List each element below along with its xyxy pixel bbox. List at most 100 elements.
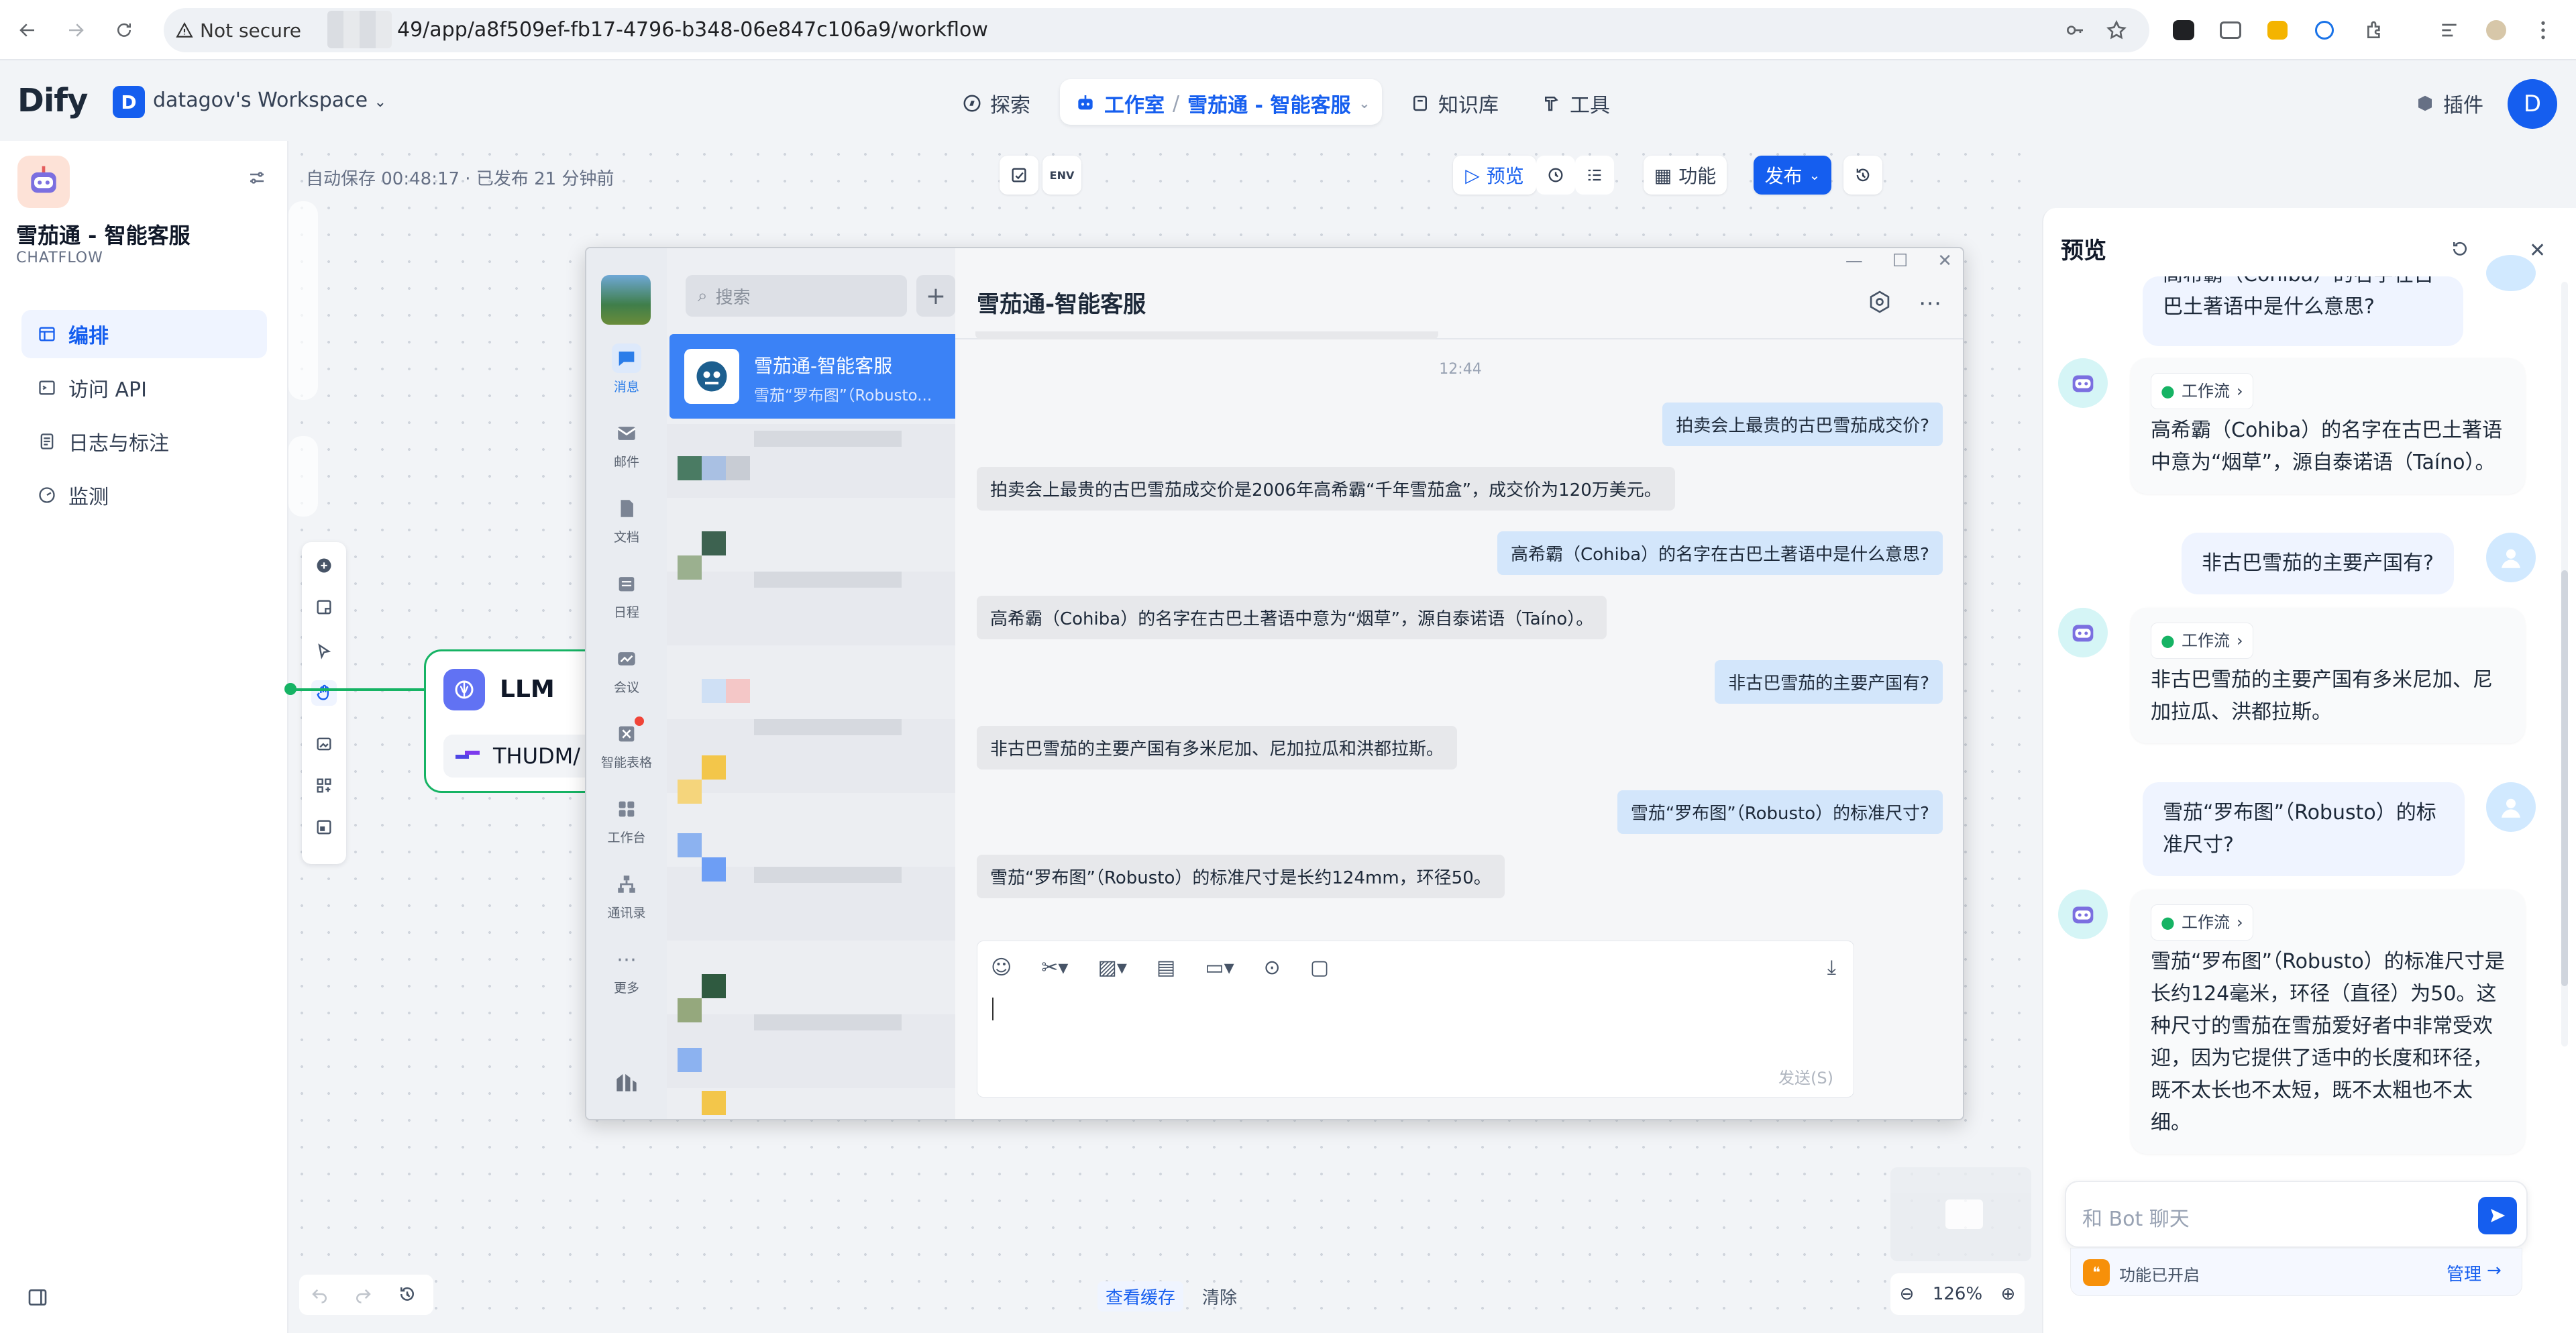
hammer-icon [1545,97,1558,111]
minimap-toggle-icon[interactable] [311,814,337,840]
chat-settings-icon[interactable] [1868,290,1892,314]
scissors-icon[interactable] [2310,16,2339,44]
extensions-puzzle-icon[interactable] [2361,16,2390,44]
current-app-name[interactable]: 雪茄通 - 智能客服 [1187,89,1350,118]
workspace-avatar[interactable]: D [113,86,145,118]
image-icon[interactable]: ▨▾ [1097,956,1126,979]
publish-label: 发布 [1764,165,1803,187]
clear-cache-link[interactable]: 清除 [1202,1281,1237,1312]
user-avatar-landscape[interactable] [601,275,651,325]
rail-docs[interactable]: 文档 [586,494,667,545]
workspace-switcher[interactable]: datagov's Workspace ⌄ [153,89,386,112]
rail-mail[interactable]: 邮件 [586,419,667,470]
camera-icon[interactable] [2216,16,2245,44]
workflow-tag[interactable]: ● 工作流 › [2151,373,2253,409]
workflow-tag[interactable]: ● 工作流 › [2151,904,2253,941]
emoji-icon[interactable]: ☺ [991,956,1012,979]
view-cache-link[interactable]: 查看缓存 [1097,1281,1184,1312]
rail-contacts[interactable]: 通讯录 [586,869,667,921]
bot-chat-input[interactable]: 和 Bot 聊天 [2065,1181,2528,1248]
llm-node-title: LLM [500,676,555,703]
reload-icon[interactable] [109,15,140,46]
maximize-icon[interactable]: ☐ [1892,251,1908,271]
preview-button[interactable]: ▷ 预览 [1453,156,1536,195]
publish-button[interactable]: 发布 ⌄ [1754,156,1831,195]
undo-icon[interactable] [310,1284,330,1304]
reading-list-icon[interactable] [2435,16,2463,44]
comment-icon[interactable]: ▢ [1310,956,1329,979]
wecom-window: 消息 邮件 文档 日程 会议 智能表格 工作台 通讯录 ⋯ 更多 ⌕ 搜索 + … [585,247,1964,1120]
send-button[interactable]: 发送(S) [1778,1065,1833,1088]
forward-icon[interactable] [60,15,91,46]
collapse-sidebar-icon[interactable] [27,1287,48,1308]
scrollbar-thumb[interactable] [2561,570,2568,986]
export-image-icon[interactable] [311,731,337,757]
bookmark-star-icon[interactable] [2102,16,2131,44]
organize-blocks-icon[interactable] [311,773,337,798]
document-icon[interactable]: ▤ [1157,956,1175,979]
send-icon[interactable] [2478,1197,2517,1234]
sidebar-settings-icon[interactable] [247,168,267,188]
nav-studio[interactable]: 工作室 / 雪茄通 - 智能客服 ⌄ [1075,83,1370,123]
add-note-icon[interactable] [311,594,337,620]
minimize-icon[interactable]: — [1845,251,1863,271]
folder-icon[interactable]: ▭▾ [1205,956,1234,979]
checklist-icon[interactable] [1000,156,1038,195]
zoom-level[interactable]: 126% [1933,1284,1982,1304]
sidebar-item-logs[interactable]: 日志与标注 [21,417,267,466]
close-preview-icon[interactable]: ✕ [2529,239,2546,262]
wecom-logo-icon[interactable] [612,1067,641,1096]
profile-icon[interactable] [2482,16,2510,44]
workflow-tag[interactable]: ● 工作流 › [2151,623,2253,659]
nav-explore[interactable]: 探索 [962,83,1030,123]
checklist-list-icon[interactable] [1575,156,1614,195]
nav-tools[interactable]: 工具 [1542,83,1610,123]
add-node-icon[interactable] [311,553,337,578]
edge-handle[interactable] [284,683,297,695]
restart-icon[interactable] [2450,239,2470,259]
hand-icon[interactable] [311,680,337,706]
more-circle-icon[interactable]: ⊙ [1264,956,1281,979]
menu-kebab-icon[interactable] [2529,16,2557,44]
env-button[interactable]: ENV [1042,156,1081,195]
rail-messages[interactable]: 消息 [586,343,667,395]
preview-scrollbar[interactable] [2561,282,2568,1047]
check-circle-icon: ● [2161,382,2175,401]
search-icon: ⌕ [698,285,708,306]
version-history-icon[interactable] [1843,156,1882,195]
message-composer[interactable]: ☺ ✂▾ ▨▾ ▤ ▭▾ ⊙ ▢ ⤓ 发送(S) [977,941,1854,1098]
add-chat-button[interactable]: + [916,275,955,317]
history-icon[interactable] [397,1284,417,1304]
dify-logo[interactable]: Dify [17,82,88,119]
back-icon[interactable] [12,15,43,46]
rail-workbench[interactable]: 工作台 [586,794,667,846]
zoom-out-icon[interactable]: ⊖ [1900,1284,1915,1304]
key-icon[interactable] [2061,16,2089,44]
sidebar-item-orchestrate[interactable]: 编排 [21,310,267,358]
features-button[interactable]: ▦ 功能 [1644,156,1727,195]
rail-meeting[interactable]: 会议 [586,644,667,696]
nav-knowledge[interactable]: 知识库 [1410,83,1499,123]
pointer-icon[interactable] [311,639,337,664]
extension-ghost-icon[interactable] [2169,16,2198,44]
nav-plugins[interactable]: 插件 [2415,83,2483,123]
redo-icon[interactable] [353,1284,373,1304]
minimap[interactable] [1890,1167,2031,1261]
collapse-composer-icon[interactable]: ⤓ [1827,956,1836,979]
rail-calendar[interactable]: 日程 [586,569,667,621]
screenshot-scissors-icon[interactable]: ✂▾ [1041,956,1068,979]
user-avatar[interactable]: D [2508,79,2557,129]
sidebar-item-monitor[interactable]: 监测 [21,471,267,519]
rail-smartsheet[interactable]: 智能表格 [586,716,667,771]
zoom-in-icon[interactable]: ⊕ [2001,1284,2016,1304]
run-history-icon[interactable] [1536,156,1575,195]
wecom-search-input[interactable]: ⌕ 搜索 [686,275,907,317]
more-icon[interactable]: ⋯ [1919,290,1941,317]
security-indicator[interactable]: Not secure [176,17,301,43]
url-text[interactable]: 49/app/a8f509ef-fb17-4796-b348-06e847c10… [397,16,988,44]
close-icon[interactable]: ✕ [1937,251,1952,271]
extension-bee-icon[interactable] [2263,16,2292,44]
sidebar-item-api[interactable]: 访问 API [21,364,267,412]
rail-more[interactable]: ⋯ 更多 [586,945,667,996]
manage-features-link[interactable]: 管理 → [2447,1261,2502,1285]
